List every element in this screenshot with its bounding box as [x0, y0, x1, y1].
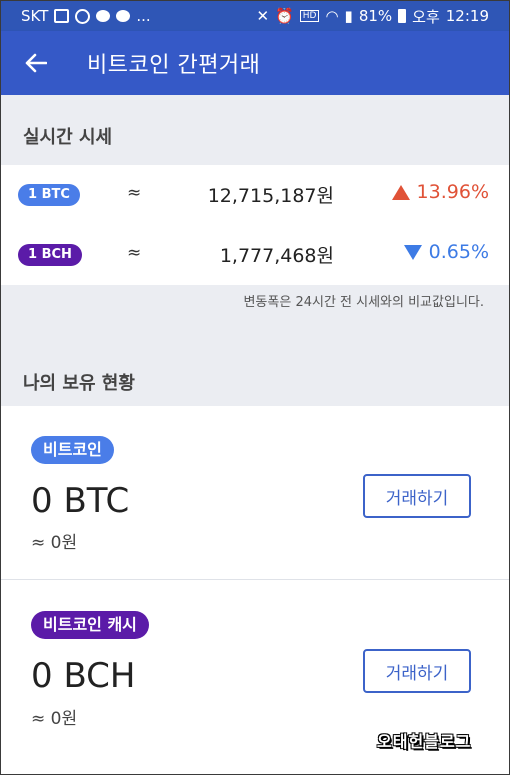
clock-time: 12:19 [445, 7, 489, 25]
signal-icon: ▮ [344, 7, 353, 25]
more-notifications: ... [136, 7, 151, 25]
change-bch: 0.65% [403, 241, 489, 263]
wifi-icon: ◠ [325, 7, 339, 25]
sync-icon [75, 8, 91, 24]
holding-krw-bch: ≈ 0원 [31, 709, 78, 729]
holding-amount-btc: 0 BTC [31, 481, 130, 521]
change-value-btc: 13.96% [416, 181, 489, 203]
realtime-section-header: 실시간 시세 [1, 95, 509, 165]
approx-sign: ≈ [127, 183, 142, 203]
holding-badge-bch: 비트코인 캐시 [31, 611, 149, 639]
change-note: 변동폭은 24시간 전 시세와의 비교값입니다. [243, 295, 484, 310]
back-button[interactable] [21, 48, 51, 78]
app-bar: 비트코인 간편거래 [1, 31, 509, 95]
chat-icon [116, 10, 131, 22]
holding-badge-btc: 비트코인 [31, 436, 114, 464]
alarm-icon: ⏰ [275, 7, 294, 25]
carrier-label: SKT [21, 7, 49, 25]
ticker-pill-btc: 1 BTC [18, 184, 80, 206]
blog-watermark: 오태헌블로그 [377, 732, 472, 751]
trade-button-bch[interactable]: 거래하기 [363, 649, 471, 693]
line-icon [96, 10, 111, 22]
change-btc: 13.96% [391, 181, 489, 203]
ticker-row-bch[interactable]: 1 BCH ≈ 1,777,468원 0.65% [1, 225, 509, 286]
time-period: 오후 [412, 7, 440, 26]
triangle-up-icon [391, 184, 410, 200]
arrow-left-icon [25, 53, 47, 73]
realtime-title: 실시간 시세 [23, 127, 113, 148]
status-bar: SKT ... ✕ ⏰ HD ◠ ▮ 81% 오후 12:19 [1, 1, 509, 31]
mute-icon: ✕ [256, 7, 270, 25]
page-title: 비트코인 간편거래 [87, 53, 261, 78]
hd-voice-icon: HD [299, 10, 320, 22]
ticker-pill-bch: 1 BCH [18, 244, 82, 266]
app-frame: SKT ... ✕ ⏰ HD ◠ ▮ 81% 오후 12:19 비트코인 간편거… [0, 0, 510, 775]
price-bch: 1,777,468원 [219, 245, 334, 267]
triangle-down-icon [403, 244, 422, 260]
change-value-bch: 0.65% [428, 241, 489, 263]
holding-krw-btc: ≈ 0원 [31, 533, 78, 553]
holding-card-btc: 비트코인 0 BTC ≈ 0원 거래하기 [1, 406, 509, 579]
holdings-title: 나의 보유 현황 [23, 373, 135, 394]
image-icon [54, 9, 70, 23]
trade-button-btc[interactable]: 거래하기 [363, 474, 471, 518]
ticker-row-btc[interactable]: 1 BTC ≈ 12,715,187원 13.96% [1, 165, 509, 226]
approx-sign: ≈ [127, 243, 142, 263]
price-btc: 12,715,187원 [207, 185, 334, 207]
holding-amount-bch: 0 BCH [31, 656, 136, 696]
battery-percent: 81% [358, 7, 393, 25]
battery-icon [398, 9, 407, 23]
